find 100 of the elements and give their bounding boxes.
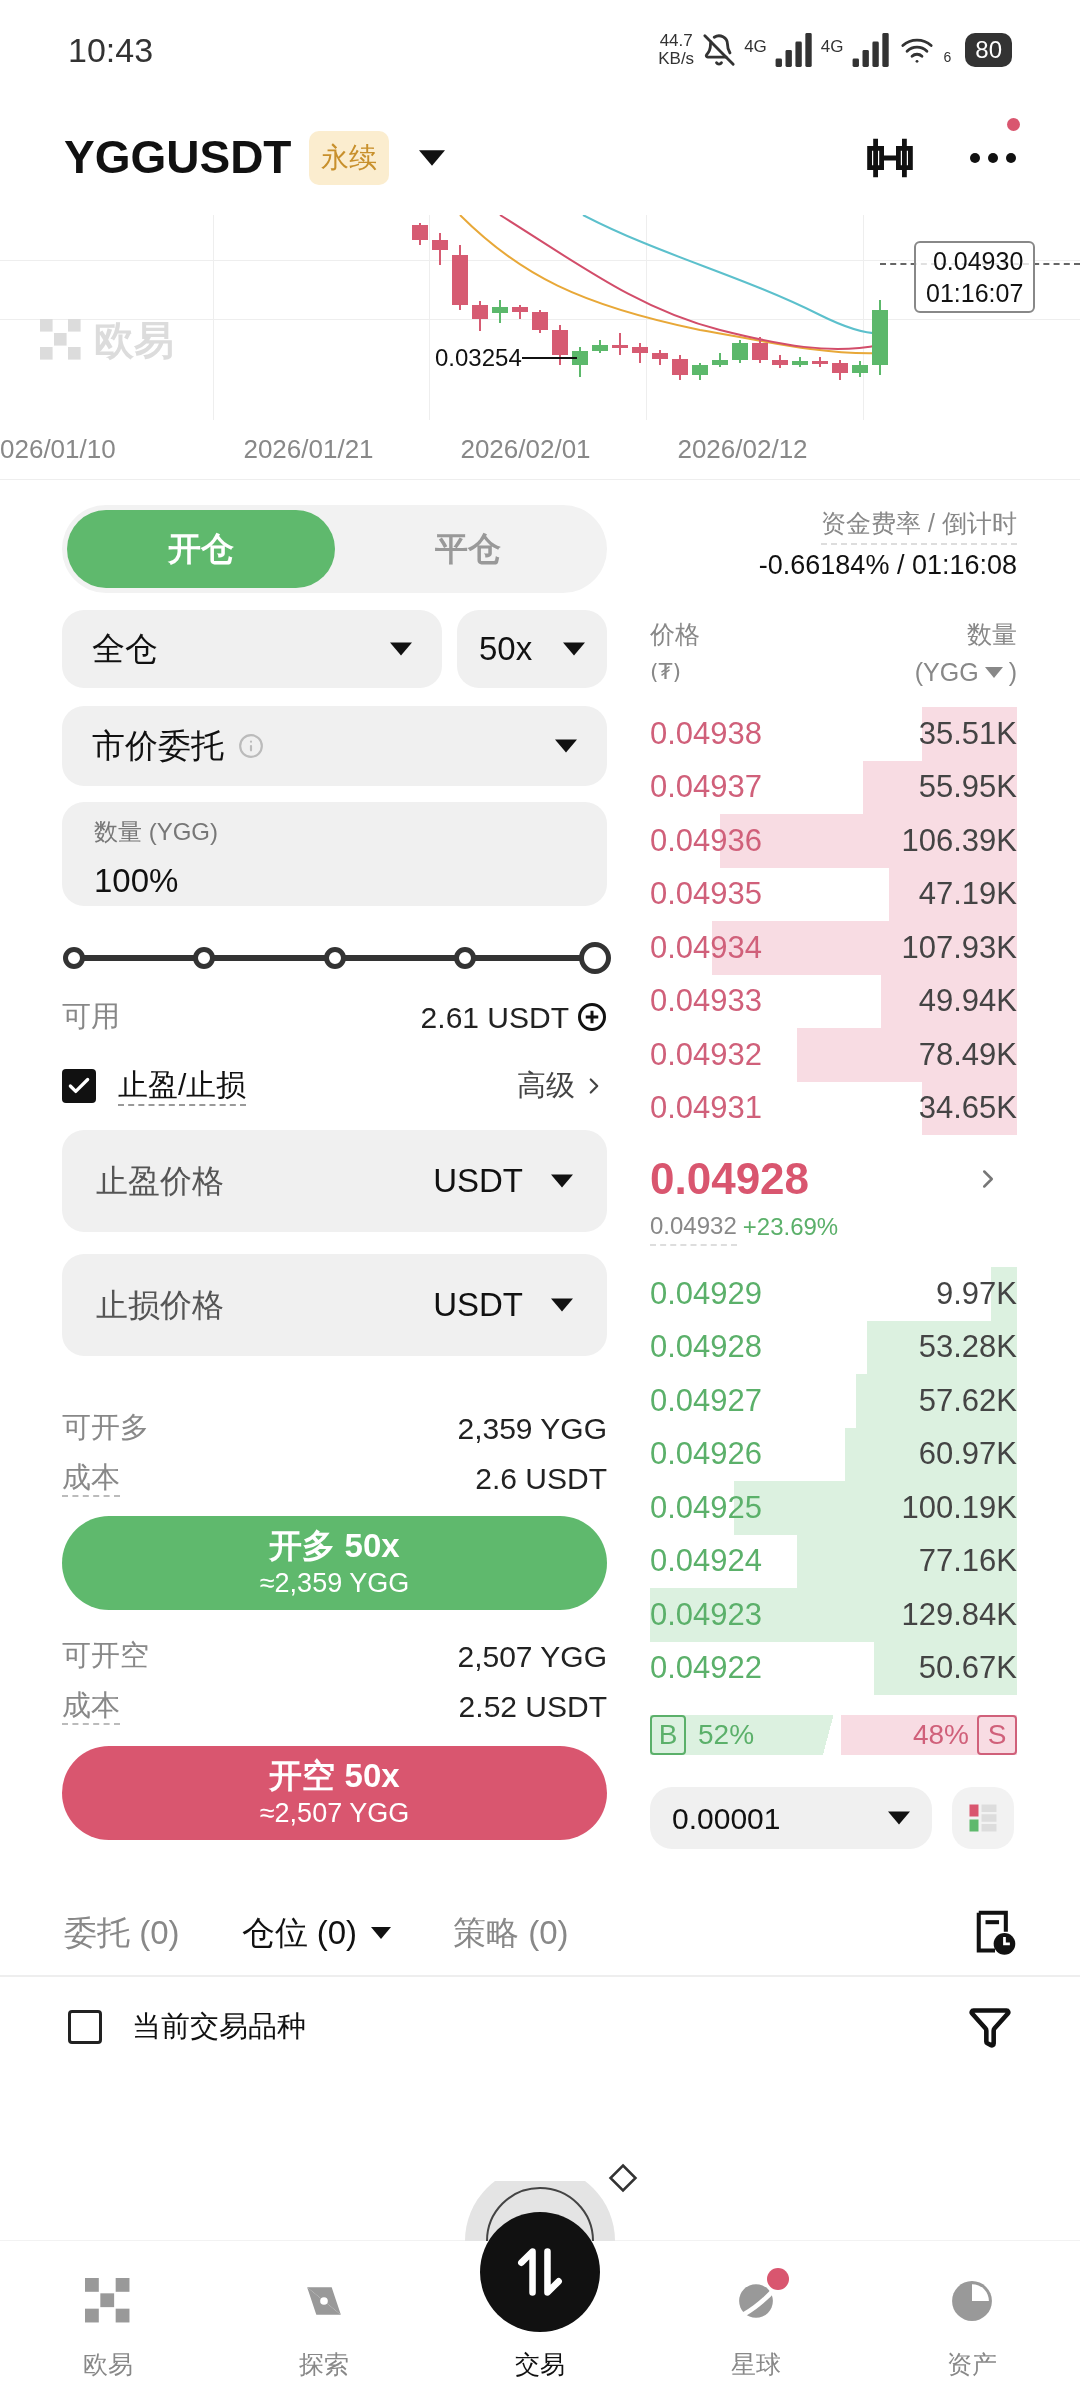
candlestick (572, 346, 588, 378)
candlestick (432, 232, 448, 266)
candlestick (412, 222, 428, 246)
column-unit: (YGG (914, 657, 979, 688)
document-clock-icon[interactable] (974, 1910, 1016, 1956)
order-book-row[interactable]: 0.04923 129.84K (650, 1588, 1017, 1642)
candlestick (532, 309, 548, 334)
candlestick (692, 362, 708, 381)
date-label: 2026/02/12 (676, 433, 809, 466)
open-short-button[interactable]: 开空 50x ≈2,507 YGG (62, 1746, 607, 1840)
signal-icon (851, 33, 890, 67)
slider-thumb[interactable] (579, 942, 611, 974)
order-book-row[interactable]: 0.04936 106.39K (650, 814, 1017, 868)
caret-down-icon (555, 739, 577, 753)
pie-chart-icon[interactable] (949, 2278, 995, 2324)
current-symbol-filter-label: 当前交易品种 (132, 2009, 306, 2045)
candlestick (672, 354, 688, 381)
unit-select[interactable]: USDT (433, 1156, 523, 1206)
candlestick (832, 359, 848, 381)
column-header: 数量 (967, 619, 1017, 650)
nav-label[interactable]: 资产 (947, 2346, 997, 2384)
candlestick (552, 324, 568, 366)
nav-label[interactable]: 欧易 (83, 2346, 133, 2384)
order-book-row[interactable]: 0.04932 78.49K (650, 1028, 1017, 1082)
filter-icon[interactable] (968, 2005, 1012, 2049)
mark-price: 0.04932 (650, 1208, 737, 1246)
info-label: 可开空 (62, 1638, 149, 1674)
order-book-row[interactable]: 0.04937 55.95K (650, 760, 1017, 814)
book-layout-button[interactable] (952, 1787, 1014, 1849)
checker-logo-icon[interactable] (85, 2278, 131, 2324)
info-value: 2.6 USDT (475, 1460, 607, 1497)
column-unit: ) (1008, 657, 1017, 688)
funding-rate-label: 资金费率 / 倒计时 (821, 505, 1017, 545)
candlestick (652, 349, 668, 366)
countdown-time: 01:16:07 (926, 278, 1024, 309)
candlestick (492, 299, 508, 324)
signal-icon (774, 33, 813, 67)
network-speed-unit: KB/s (658, 50, 695, 68)
order-book-row[interactable]: 0.04935 47.19K (650, 867, 1017, 921)
caret-down-icon (551, 1174, 573, 1188)
caret-down-icon (419, 149, 446, 166)
order-book-row[interactable]: 0.04938 35.51K (650, 707, 1017, 761)
order-book-row[interactable]: 0.04922 50.67K (650, 1641, 1017, 1695)
order-book-row[interactable]: 0.04924 77.16K (650, 1534, 1017, 1588)
candlestick (612, 332, 628, 356)
battery-level: 80 (965, 33, 1012, 67)
info-label: 成本 (62, 1687, 120, 1725)
info-value: 2.52 USDT (458, 1688, 607, 1725)
tick-size-select[interactable]: 0.00001 (650, 1787, 932, 1849)
order-book-row[interactable]: 0.04928 53.28K (650, 1320, 1017, 1374)
available-label: 可用 (62, 999, 120, 1035)
caret-down-icon (371, 1927, 391, 1939)
network-speed: 44.7 (659, 32, 693, 50)
orders-tab[interactable]: 委托 (0) (64, 1908, 180, 1958)
checkbox[interactable] (68, 2010, 102, 2044)
order-type-select[interactable]: 市价委托 (92, 721, 224, 771)
order-book-row[interactable]: 0.04933 49.94K (650, 974, 1017, 1028)
sell-tag: S (977, 1715, 1017, 1755)
date-label: 2026/02/01 (459, 433, 592, 466)
slider-stop[interactable] (193, 947, 216, 969)
order-book-row[interactable]: 0.04931 34.65K (650, 1081, 1017, 1135)
order-book-row[interactable]: 0.04934 107.93K (650, 921, 1017, 975)
candlestick (772, 354, 788, 369)
price-input[interactable]: 止盈价格 USDT (62, 1130, 607, 1232)
unit-select[interactable]: USDT (433, 1280, 523, 1330)
nav-label[interactable]: 探索 (299, 2346, 349, 2384)
add-circle-icon[interactable] (577, 1002, 607, 1032)
quantity-field[interactable]: 数量 (YGG) 100% (62, 802, 607, 906)
info-value: 2,507 YGG (457, 1638, 607, 1675)
contract-type-tag: 永续 (309, 130, 390, 185)
symbol-title[interactable]: YGGUSDT (64, 123, 292, 192)
slider-stop[interactable] (453, 947, 476, 969)
current-price: 0.04930 (932, 246, 1024, 277)
nav-label[interactable]: 星球 (731, 2346, 781, 2384)
price-input[interactable]: 止损价格 USDT (62, 1254, 607, 1356)
info-label: 可开多 (62, 1410, 149, 1446)
caret-down-icon[interactable] (984, 666, 1003, 678)
order-book-row[interactable]: 0.04927 57.62K (650, 1374, 1017, 1428)
order-book-row[interactable]: 0.04925 100.19K (650, 1481, 1017, 1535)
leader-line (521, 357, 577, 359)
candlestick (792, 356, 808, 368)
network-type: 4G (820, 36, 844, 58)
available-balance: 2.61 USDT (420, 999, 569, 1036)
candlestick (712, 352, 728, 368)
funding-rate-value: -0.66184% / 01:16:08 (758, 549, 1017, 582)
advanced-link[interactable]: 高级 (517, 1064, 575, 1108)
diamond-icon (608, 2163, 638, 2193)
orders-tab[interactable]: 仓位 (0) (241, 1908, 357, 1958)
slider-stop[interactable] (63, 947, 85, 969)
slider-stop[interactable] (323, 947, 346, 969)
date-label: 026/01/10 (0, 433, 117, 466)
checkbox[interactable] (62, 1069, 96, 1103)
nav-label[interactable]: 交易 (515, 2346, 565, 2384)
order-book-row[interactable]: 0.04929 9.97K (650, 1267, 1017, 1321)
candlestick (812, 356, 828, 368)
orders-tab[interactable]: 策略 (0) (453, 1908, 569, 1958)
order-book-row[interactable]: 0.04926 60.97K (650, 1427, 1017, 1481)
candlestick (632, 342, 648, 364)
margin-mode-select[interactable]: 全仓 (92, 624, 158, 674)
candlestick (592, 339, 608, 354)
